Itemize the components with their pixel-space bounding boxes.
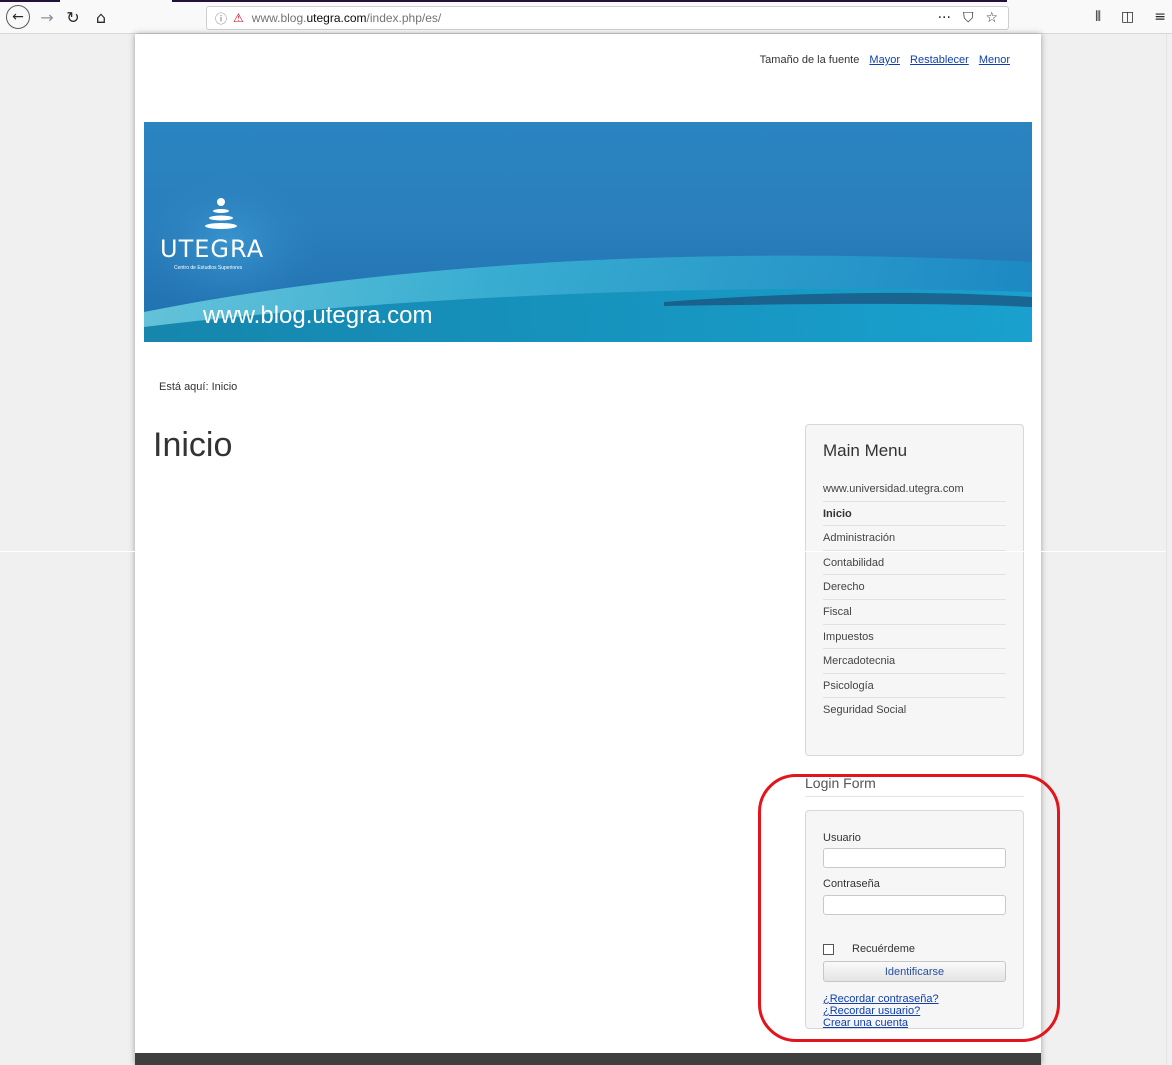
remember-checkbox[interactable] — [823, 944, 834, 955]
breadcrumb: Está aquí: Inicio — [159, 381, 238, 393]
bookmark-star-icon[interactable]: ☆ — [985, 10, 998, 26]
info-icon[interactable]: ⓘ — [215, 10, 227, 27]
forgot-password-link[interactable]: ¿Recordar contraseña? — [823, 993, 939, 1005]
menu-item-psicologia[interactable]: Psicología — [823, 674, 1006, 699]
footer-bar — [135, 1053, 1041, 1065]
menu-item-derecho[interactable]: Derecho — [823, 575, 1006, 600]
sidebar-icon[interactable]: ◫ — [1121, 9, 1134, 25]
browser-toolbar: ← → ↻ ⌂ ⓘ ⚠ www.blog. utegra.com/index.ph… — [0, 0, 1172, 34]
url-path: /index.php/es/ — [366, 11, 442, 25]
login-form: Usuario Contraseña Recuérdeme Identifica… — [805, 810, 1024, 1029]
password-label: Contraseña — [823, 878, 880, 890]
login-submit-button[interactable]: Identificarse — [823, 961, 1006, 982]
url-prefix: www.blog. — [251, 11, 307, 25]
insecure-icon[interactable]: ⚠ — [233, 11, 244, 25]
font-reset-link[interactable]: Restablecer — [910, 54, 969, 66]
username-field[interactable] — [823, 848, 1006, 868]
password-field[interactable] — [823, 895, 1006, 915]
pocket-icon[interactable]: ⛉ — [963, 10, 974, 26]
screenshot-seam — [0, 551, 1172, 552]
menu-item-seguridad-social[interactable]: Seguridad Social — [823, 698, 1006, 723]
tab-indicator — [0, 0, 60, 2]
page-actions-icon[interactable]: ··· — [938, 10, 951, 26]
logo-name: UTEGRA — [160, 235, 265, 263]
tab-indicator — [172, 0, 1007, 2]
home-icon[interactable]: ⌂ — [90, 6, 112, 28]
library-icon[interactable]: ⫴ — [1095, 9, 1101, 25]
logo-subtitle: Centro de Estudios Superiores — [174, 265, 243, 271]
back-icon[interactable]: ← — [6, 5, 30, 29]
menu-item-inicio[interactable]: Inicio — [823, 502, 1006, 527]
font-size-controls: Tamaño de la fuente Mayor Restablecer Me… — [760, 54, 1010, 66]
menu-item-fiscal[interactable]: Fiscal — [823, 600, 1006, 625]
username-label: Usuario — [823, 832, 861, 844]
reload-icon[interactable]: ↻ — [64, 6, 82, 28]
font-smaller-link[interactable]: Menor — [979, 54, 1010, 66]
login-links: ¿Recordar contraseña? ¿Recordar usuario?… — [823, 993, 939, 1029]
page-title: Inicio — [153, 426, 233, 464]
scrollbar[interactable] — [1166, 34, 1172, 1065]
create-account-link[interactable]: Crear una cuenta — [823, 1017, 939, 1029]
menu-item-impuestos[interactable]: Impuestos — [823, 625, 1006, 650]
url-host: utegra.com — [306, 11, 367, 25]
remember-label: Recuérdeme — [852, 943, 915, 955]
main-menu: Main Menu www.universidad.utegra.com Ini… — [805, 424, 1024, 756]
forward-icon[interactable]: → — [38, 6, 56, 28]
font-bigger-link[interactable]: Mayor — [869, 54, 900, 66]
menu-item-contabilidad[interactable]: Contabilidad — [823, 551, 1006, 576]
forgot-username-link[interactable]: ¿Recordar usuario? — [823, 1005, 939, 1017]
menu-item-universidad[interactable]: www.universidad.utegra.com — [823, 477, 1006, 502]
menu-icon[interactable]: ≡ — [1154, 9, 1166, 25]
login-form-title: Login Form — [805, 775, 1024, 797]
menu-item-mercadotecnia[interactable]: Mercadotecnia — [823, 649, 1006, 674]
main-menu-title: Main Menu — [823, 441, 908, 460]
address-bar[interactable]: ⓘ ⚠ www.blog. utegra.com/index.php/es/ ··… — [206, 6, 1009, 30]
banner-site-url: www.blog.utegra.com — [203, 302, 433, 329]
font-size-label: Tamaño de la fuente — [759, 54, 860, 66]
page-container: Tamaño de la fuente Mayor Restablecer Me… — [135, 34, 1041, 1065]
menu-item-administracion[interactable]: Administración — [823, 526, 1006, 551]
header-banner: UTEGRA Centro de Estudios Superiores www… — [144, 122, 1032, 342]
